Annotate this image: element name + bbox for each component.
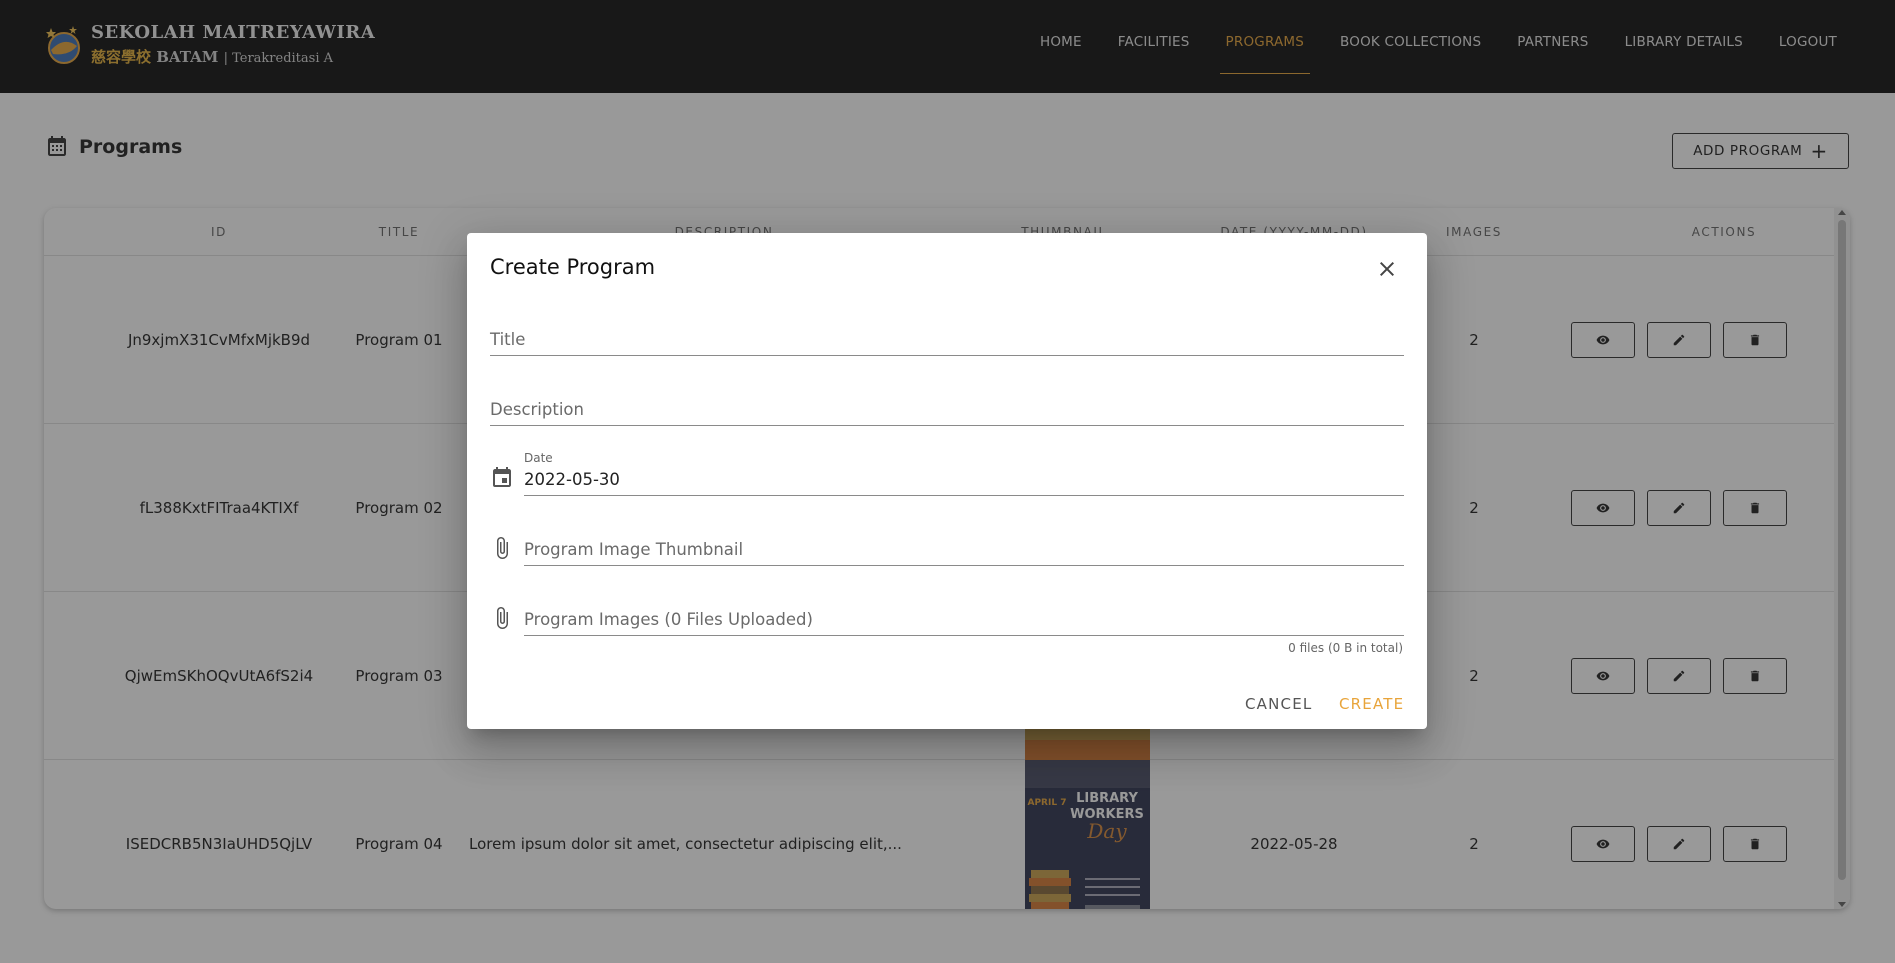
- files-count-hint: 0 files (0 B in total): [1288, 641, 1403, 655]
- title-placeholder: Title: [490, 330, 526, 349]
- description-field[interactable]: Description: [490, 378, 1404, 426]
- description-placeholder: Description: [490, 400, 584, 419]
- calendar-event-icon[interactable]: [490, 466, 514, 490]
- dialog-title: Create Program: [490, 255, 656, 279]
- paperclip-icon[interactable]: [490, 536, 514, 560]
- thumbnail-file-field[interactable]: Program Image Thumbnail: [524, 518, 1404, 566]
- images-placeholder: Program Images (0 Files Uploaded): [524, 610, 813, 629]
- images-file-field[interactable]: Program Images (0 Files Uploaded): [524, 588, 1404, 636]
- thumbnail-placeholder: Program Image Thumbnail: [524, 540, 744, 559]
- create-button[interactable]: CREATE: [1339, 695, 1404, 713]
- date-label: Date: [524, 451, 553, 465]
- title-field[interactable]: Title: [490, 308, 1404, 356]
- paperclip-icon[interactable]: [490, 606, 514, 630]
- create-program-dialog: Create Program Title Description Date 20…: [467, 233, 1427, 729]
- date-value: 2022-05-30: [524, 470, 620, 489]
- close-icon[interactable]: [1375, 257, 1399, 281]
- cancel-button[interactable]: CANCEL: [1245, 695, 1312, 713]
- date-field[interactable]: Date 2022-05-30: [524, 448, 1404, 496]
